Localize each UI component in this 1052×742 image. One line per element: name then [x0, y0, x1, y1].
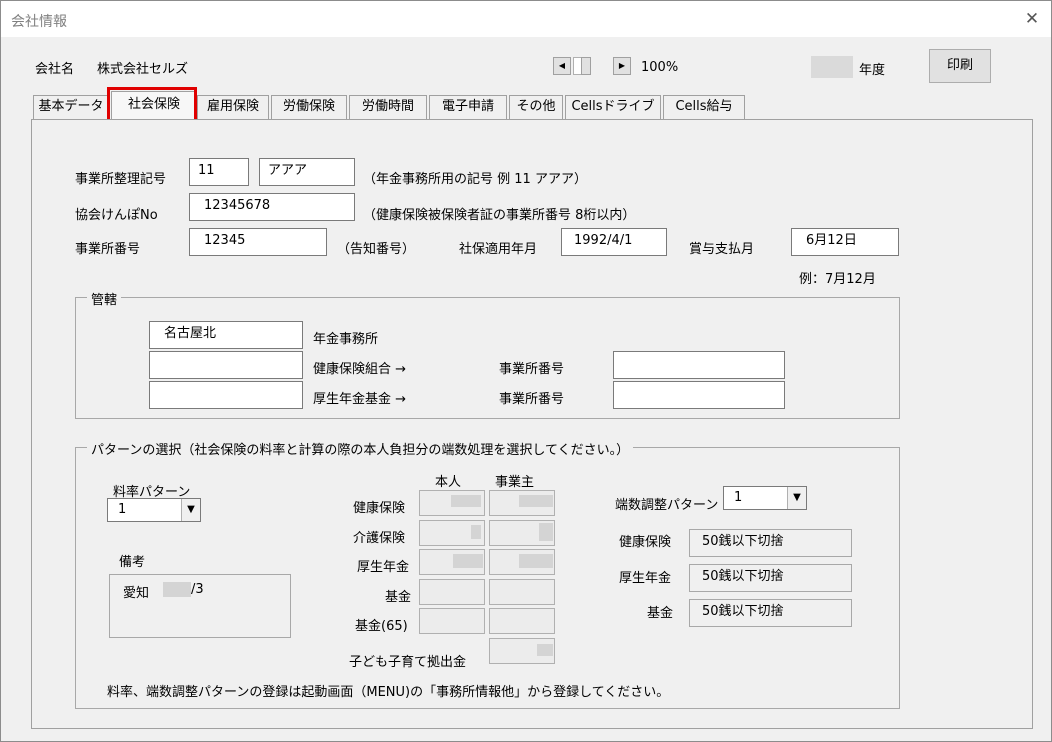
redacted-value: [471, 525, 481, 539]
pattern-footer-note: 料率、端数調整パターンの登録は起動画面（MENU)の「事務所情報他」から登録して…: [107, 685, 670, 700]
redacted-value: [451, 495, 481, 507]
remarks-value-prefix: 愛知: [123, 586, 150, 601]
rate-row-label: 健康保険: [353, 501, 406, 516]
pension-office-label: 年金事務所: [313, 332, 379, 347]
redacted-value: [537, 644, 553, 656]
fund-office-number-input[interactable]: [613, 381, 785, 409]
tab-highlight-frame: [107, 87, 197, 123]
print-button[interactable]: 印刷: [929, 49, 991, 83]
title-bar: 会社情報 ✕: [1, 1, 1051, 37]
tab-cells-drive[interactable]: Cellsドライブ: [565, 95, 661, 119]
rounding-pattern-value: 1: [734, 490, 743, 505]
redacted-value: [519, 554, 553, 568]
pattern-legend: パターンの選択（社会保険の料率と計算の際の本人負担分の端数処理を選択してください…: [87, 439, 634, 458]
office-number-note: （告知番号）: [337, 242, 416, 257]
tab-e-application[interactable]: 電子申請: [429, 95, 507, 119]
office-code-note: （年金事務所用の記号 例 11 アアア）: [363, 172, 587, 187]
office-code-number-input[interactable]: 11: [189, 158, 249, 186]
kenpo-no-note: （健康保険被保険者証の事業所番号 8桁以内）: [363, 208, 636, 223]
office-number-label: 事業所番号: [75, 242, 141, 257]
remarks-redacted: [163, 582, 191, 597]
office-number-input[interactable]: 12345: [189, 228, 327, 256]
window-title: 会社情報: [11, 14, 67, 30]
fund-employer-rate: [489, 579, 555, 605]
company-info-window: 会社情報 ✕ 会社名 株式会社セルズ ◀ ▶ 100% 年度 印刷 基本データ …: [0, 0, 1052, 742]
office-code-kana-input[interactable]: アアア: [259, 158, 355, 186]
rounding-row-label: 健康保険: [619, 535, 672, 550]
col-employer-header: 事業主: [495, 475, 535, 490]
bonus-month-input[interactable]: 6月12日: [791, 228, 899, 256]
rounding-row-label: 厚生年金: [619, 571, 672, 586]
tab-working-hours[interactable]: 労働時間: [349, 95, 427, 119]
rounding-row-label: 基金: [647, 606, 674, 621]
company-name-label: 会社名: [35, 62, 75, 77]
rate-pattern-select[interactable]: 1 ▼: [107, 498, 201, 522]
kenpo-no-label: 協会けんぽNo: [75, 208, 158, 223]
rate-row-label: 介護保険: [353, 531, 406, 546]
redacted-value: [539, 523, 553, 541]
fund-office-number-label: 事業所番号: [499, 392, 565, 407]
tab-cells-payroll[interactable]: Cells給与: [663, 95, 745, 119]
tab-labor-insurance[interactable]: 労働保険: [271, 95, 347, 119]
year-field[interactable]: [811, 56, 853, 78]
fund65-self-rate: [419, 608, 485, 634]
rounding-pattern-select[interactable]: 1 ▼: [723, 486, 807, 510]
redacted-value: [519, 495, 553, 507]
pension-fund-label: 厚生年金基金 →: [313, 392, 407, 407]
tab-basic-data[interactable]: 基本データ: [33, 95, 109, 119]
remarks-value-suffix: /3: [191, 582, 204, 597]
rate-pattern-value: 1: [118, 502, 127, 517]
bonus-month-label: 賞与支払月: [689, 242, 755, 257]
health-union-label: 健康保険組合 →: [313, 362, 407, 377]
apply-date-input[interactable]: 1992/4/1: [561, 228, 667, 256]
close-icon[interactable]: ✕: [1019, 6, 1045, 32]
scroll-right-icon[interactable]: ▶: [613, 57, 631, 75]
health-union-input[interactable]: [149, 351, 303, 379]
remarks-label: 備考: [119, 555, 146, 570]
chevron-down-icon[interactable]: ▼: [787, 487, 806, 509]
rate-row-label: 基金(65): [355, 619, 408, 634]
rate-row-label: 基金: [385, 590, 412, 605]
bonus-month-example: 例：7月12月: [799, 272, 876, 287]
rounding-fund-value: 50銭以下切捨: [689, 599, 852, 627]
pension-office-input[interactable]: 名古屋北: [149, 321, 303, 349]
union-office-number-input[interactable]: [613, 351, 785, 379]
fund65-employer-rate: [489, 608, 555, 634]
rounding-pension-value: 50銭以下切捨: [689, 564, 852, 592]
fund-self-rate: [419, 579, 485, 605]
zoom-scroll-thumb[interactable]: [581, 57, 591, 75]
chevron-down-icon[interactable]: ▼: [181, 499, 200, 521]
union-office-number-label: 事業所番号: [499, 362, 565, 377]
year-label: 年度: [859, 63, 886, 78]
rate-row-label: 子ども子育て拠出金: [349, 655, 467, 670]
zoom-level: 100%: [641, 60, 679, 75]
tab-employment-insurance[interactable]: 雇用保険: [197, 95, 269, 119]
col-self-header: 本人: [435, 475, 462, 490]
kenpo-no-input[interactable]: 12345678: [189, 193, 355, 221]
rounding-pattern-label: 端数調整パターン: [615, 498, 719, 513]
scroll-left-icon[interactable]: ◀: [553, 57, 571, 75]
redacted-value: [453, 554, 483, 568]
pension-fund-input[interactable]: [149, 381, 303, 409]
rounding-health-value: 50銭以下切捨: [689, 529, 852, 557]
rate-row-label: 厚生年金: [357, 560, 410, 575]
jurisdiction-legend: 管轄: [87, 289, 122, 308]
apply-date-label: 社保適用年月: [459, 242, 538, 257]
company-name-value: 株式会社セルズ: [97, 62, 189, 77]
tab-other[interactable]: その他: [509, 95, 563, 119]
office-code-label: 事業所整理記号: [75, 172, 167, 187]
